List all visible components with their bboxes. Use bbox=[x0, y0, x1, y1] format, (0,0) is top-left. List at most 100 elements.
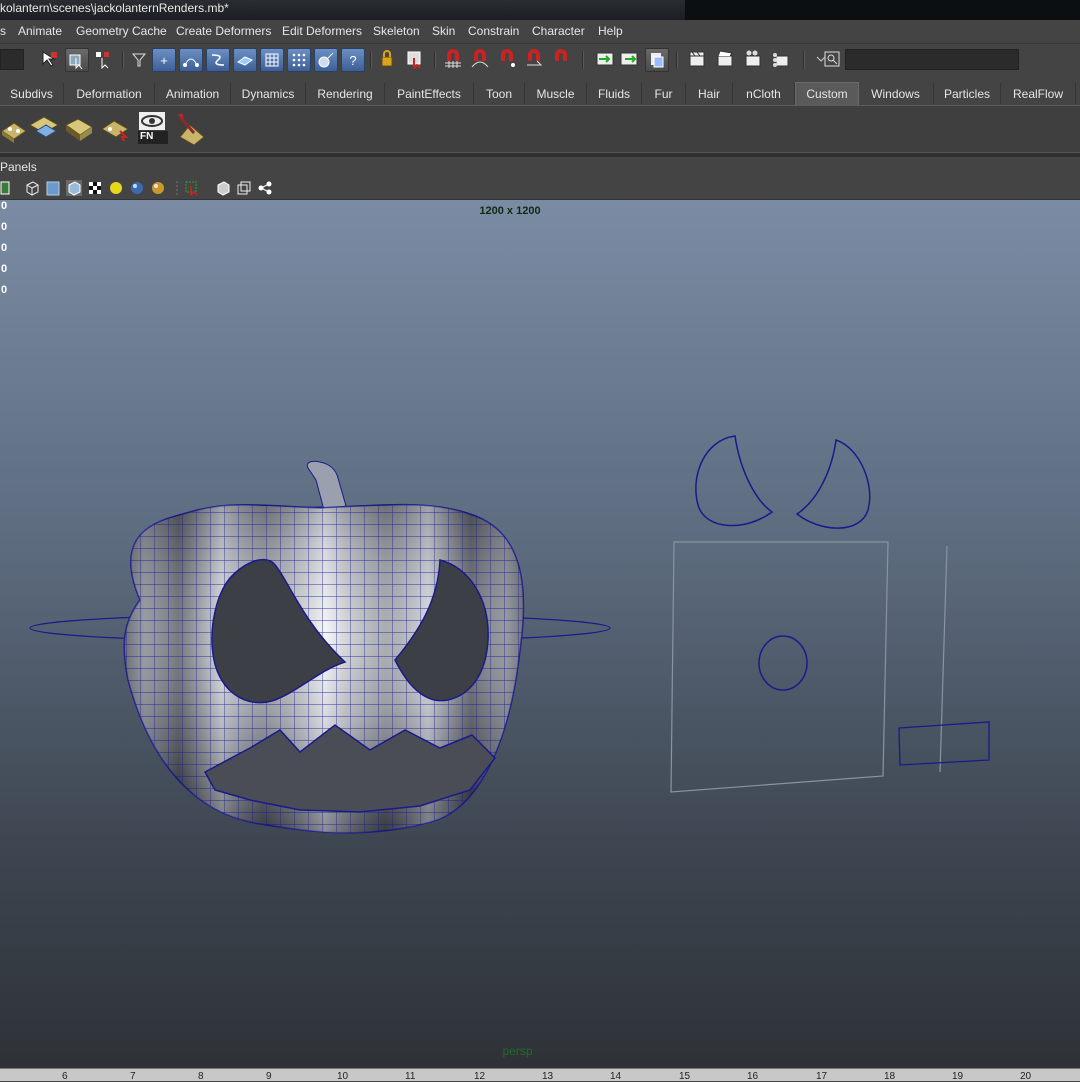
menu-item-geometry-cache[interactable]: Geometry Cache bbox=[76, 24, 167, 38]
title-bar: kolantern\scenes\jackolanternRenders.mb* bbox=[0, 0, 1080, 20]
construction-history-icon[interactable] bbox=[645, 48, 669, 72]
camera-name-label: persp bbox=[502, 1044, 533, 1058]
select-by-component-icon[interactable] bbox=[92, 48, 114, 70]
wireframe-icon[interactable] bbox=[0, 180, 16, 196]
perspective-viewport[interactable]: 1200 x 1200 0 0 0 0 0 persp bbox=[0, 200, 1080, 1068]
eye-fn-icon[interactable]: FN bbox=[138, 111, 168, 145]
time-tick: 12 bbox=[474, 1071, 486, 1082]
menu-item-skin[interactable]: Skin bbox=[432, 24, 455, 38]
mouth-plane[interactable] bbox=[898, 545, 990, 773]
pumpkin-model[interactable] bbox=[29, 460, 611, 850]
eye-curves[interactable] bbox=[695, 435, 871, 529]
menu-item-character[interactable]: Character bbox=[532, 24, 585, 38]
shadows-icon[interactable] bbox=[150, 180, 166, 196]
tab-particles[interactable]: Particles bbox=[934, 83, 1001, 104]
snap-point-icon[interactable] bbox=[496, 48, 518, 70]
numeric-input-field[interactable] bbox=[845, 49, 1019, 70]
menu-item-partial[interactable]: s bbox=[0, 24, 6, 38]
tab-fur[interactable]: Fur bbox=[642, 83, 686, 104]
textured-icon[interactable] bbox=[66, 180, 82, 196]
tab-ncloth[interactable]: nCloth bbox=[733, 83, 795, 104]
selection-mask-icon[interactable] bbox=[404, 48, 426, 70]
time-tick: 17 bbox=[816, 1071, 828, 1082]
time-slider[interactable]: 6 7 8 9 10 11 12 13 14 15 16 17 18 19 20 bbox=[0, 1068, 1080, 1082]
tab-animation[interactable]: Animation bbox=[155, 83, 231, 104]
select-by-object-icon[interactable] bbox=[65, 48, 89, 72]
move-icon[interactable]: + bbox=[152, 48, 176, 72]
filter-icon[interactable] bbox=[128, 48, 150, 70]
scene-canvas bbox=[29, 435, 990, 850]
xray-icon[interactable] bbox=[215, 180, 231, 196]
help-icon[interactable]: ? bbox=[341, 48, 365, 72]
backface-icon[interactable] bbox=[236, 180, 252, 196]
snap-grid-icon[interactable] bbox=[442, 48, 464, 70]
tab-rendering[interactable]: Rendering bbox=[306, 83, 385, 104]
time-tick: 9 bbox=[266, 1071, 272, 1082]
texture-tool-3-icon[interactable] bbox=[100, 111, 132, 145]
tab-custom[interactable]: Custom bbox=[795, 82, 859, 105]
tab-subdivs[interactable]: Subdivs bbox=[0, 83, 64, 104]
shelf: FN bbox=[0, 106, 1080, 152]
menu-item-edit-deformers[interactable]: Edit Deformers bbox=[282, 24, 362, 38]
numeric-input-icon[interactable] bbox=[821, 48, 843, 70]
surface-icon[interactable] bbox=[233, 48, 257, 72]
snap-live-icon[interactable] bbox=[550, 48, 572, 70]
input-icon[interactable] bbox=[594, 48, 616, 70]
default-light-icon[interactable] bbox=[108, 180, 124, 196]
time-tick: 10 bbox=[337, 1071, 349, 1082]
time-tick: 19 bbox=[952, 1071, 964, 1082]
all-lights-icon[interactable] bbox=[129, 180, 145, 196]
output-icon[interactable] bbox=[618, 48, 640, 70]
tab-realflow[interactable]: RealFlow bbox=[1001, 83, 1076, 104]
smooth-shade-all-icon[interactable] bbox=[45, 180, 61, 196]
paint-tool-icon[interactable] bbox=[174, 111, 206, 146]
curve-icon[interactable] bbox=[206, 48, 230, 72]
shelf-tabs: Subdivs Deformation Animation Dynamics R… bbox=[0, 82, 1080, 106]
toolbar-separator bbox=[434, 51, 436, 69]
tab-windows[interactable]: Windows bbox=[858, 83, 934, 104]
select-by-hierarchy-icon[interactable] bbox=[38, 48, 60, 70]
ipr-render-icon[interactable] bbox=[714, 48, 736, 70]
hypergraph-icon[interactable] bbox=[257, 180, 273, 196]
face-plane[interactable] bbox=[670, 541, 889, 793]
tab-painteffects[interactable]: PaintEffects bbox=[385, 83, 474, 104]
texture-tool-2-icon[interactable] bbox=[28, 111, 60, 145]
panels-menu[interactable]: Panels bbox=[0, 160, 37, 174]
render-icon[interactable] bbox=[686, 48, 708, 70]
snap-view-icon[interactable] bbox=[523, 48, 545, 70]
time-tick: 15 bbox=[679, 1071, 691, 1082]
smooth-shade-icon[interactable] bbox=[24, 180, 40, 196]
menu-item-create-deformers[interactable]: Create Deformers bbox=[176, 24, 271, 38]
mode-field[interactable] bbox=[0, 49, 24, 70]
toolbar-separator bbox=[803, 51, 805, 69]
deformer-icon[interactable] bbox=[314, 48, 338, 72]
menu-item-animate[interactable]: Animate bbox=[18, 24, 62, 38]
tab-fluids[interactable]: Fluids bbox=[587, 83, 642, 104]
book-icon[interactable] bbox=[62, 111, 94, 145]
menu-item-skeleton[interactable]: Skeleton bbox=[373, 24, 420, 38]
lock-icon[interactable] bbox=[376, 48, 398, 70]
tab-hair[interactable]: Hair bbox=[686, 83, 733, 104]
tab-muscle[interactable]: Muscle bbox=[525, 83, 587, 104]
time-tick: 16 bbox=[747, 1071, 759, 1082]
checker-icon[interactable] bbox=[87, 180, 103, 196]
pumpkin-stem bbox=[306, 460, 347, 511]
snap-curve-icon[interactable] bbox=[469, 48, 491, 70]
isolate-select-icon[interactable] bbox=[184, 180, 200, 197]
title-bar-backdrop bbox=[685, 0, 1080, 20]
points-icon[interactable] bbox=[287, 48, 311, 72]
tab-dynamics[interactable]: Dynamics bbox=[231, 83, 306, 104]
render-settings-icon[interactable] bbox=[742, 48, 764, 70]
lattice-icon[interactable] bbox=[260, 48, 284, 72]
menu-item-help[interactable]: Help bbox=[598, 24, 623, 38]
toolbar-separator bbox=[370, 51, 372, 69]
toolbar-separator bbox=[676, 51, 678, 69]
tab-toon[interactable]: Toon bbox=[474, 83, 525, 104]
curve-cv-icon[interactable] bbox=[179, 48, 203, 72]
menu-item-constrain[interactable]: Constrain bbox=[468, 24, 519, 38]
hypershade-icon[interactable] bbox=[770, 48, 792, 70]
time-tick: 8 bbox=[198, 1071, 204, 1082]
time-tick: 14 bbox=[610, 1071, 622, 1082]
tab-deformation[interactable]: Deformation bbox=[64, 83, 155, 104]
time-tick: 7 bbox=[130, 1071, 136, 1082]
